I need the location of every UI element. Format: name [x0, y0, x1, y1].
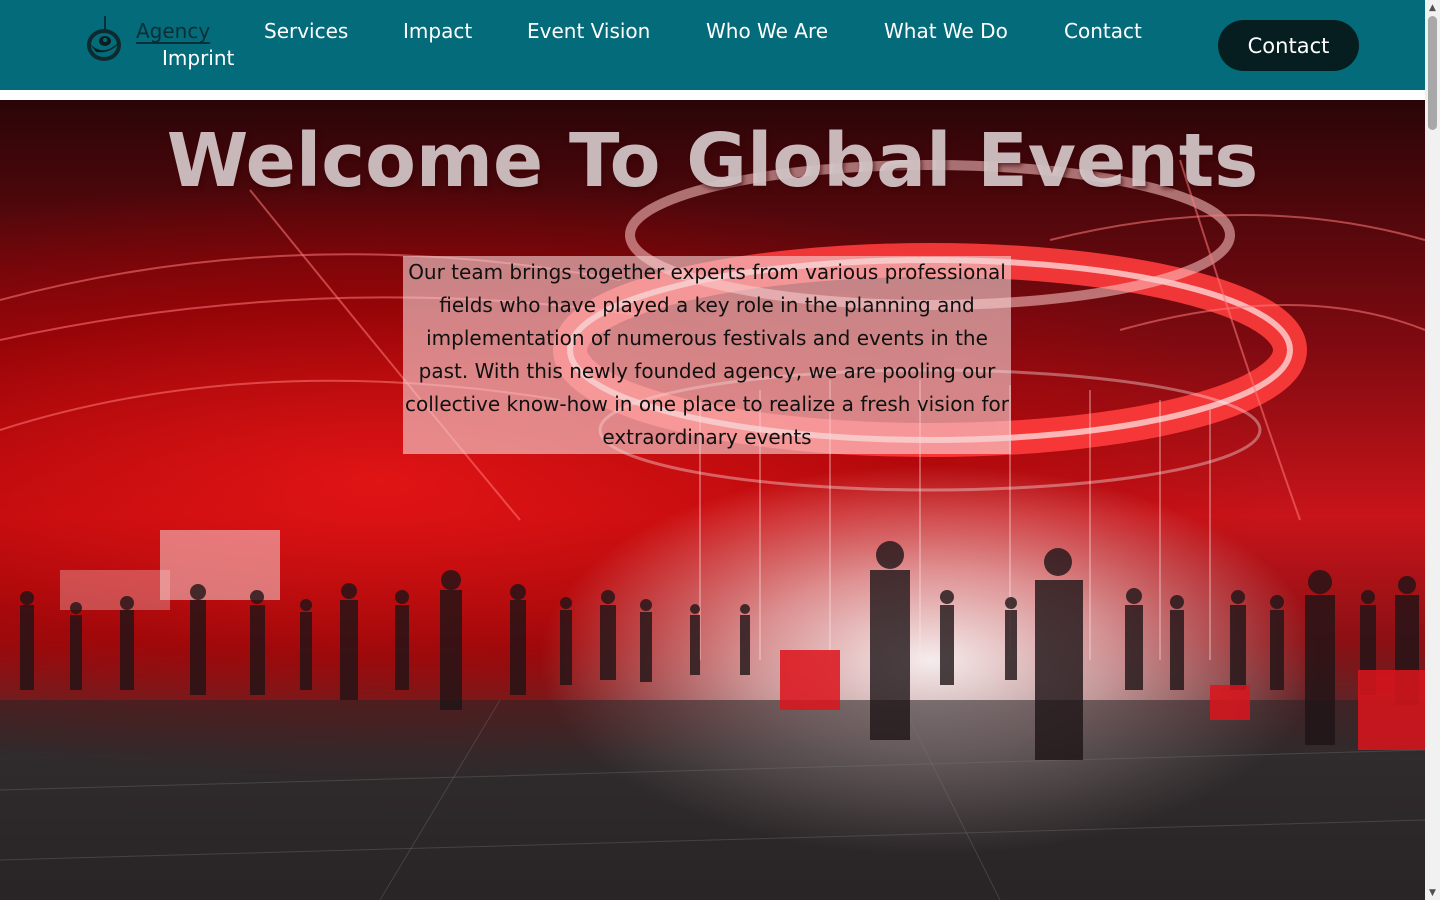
hero-background-image — [0, 159, 1425, 900]
nav-link-what-we-do[interactable]: What We Do — [884, 18, 1008, 44]
page-scrollbar[interactable]: ▲ ▼ — [1425, 0, 1440, 900]
hero-title: Welcome To Global Events — [166, 118, 1259, 204]
globe-logo-icon[interactable] — [84, 14, 126, 64]
nav-link-imprint[interactable]: Imprint — [162, 45, 234, 71]
nav-link-impact[interactable]: Impact — [403, 18, 472, 44]
site-header: Agency Imprint Services Impact Event Vis… — [0, 0, 1425, 90]
hero-section: Welcome To Global Events Our team brings… — [0, 100, 1425, 900]
nav-link-who-we-are[interactable]: Who We Are — [706, 18, 828, 44]
hero-description: Our team brings together experts from va… — [405, 260, 1009, 449]
nav-link-agency[interactable]: Agency — [136, 18, 210, 44]
scroll-down-arrow-icon[interactable]: ▼ — [1425, 885, 1440, 900]
contact-button[interactable]: Contact — [1218, 20, 1359, 71]
scrollbar-thumb[interactable] — [1428, 16, 1437, 130]
nav-link-contact[interactable]: Contact — [1064, 18, 1142, 44]
nav-link-event-vision[interactable]: Event Vision — [527, 18, 650, 44]
scroll-up-arrow-icon[interactable]: ▲ — [1425, 0, 1440, 15]
nav-link-services[interactable]: Services — [264, 18, 348, 44]
header-divider — [0, 90, 1425, 100]
